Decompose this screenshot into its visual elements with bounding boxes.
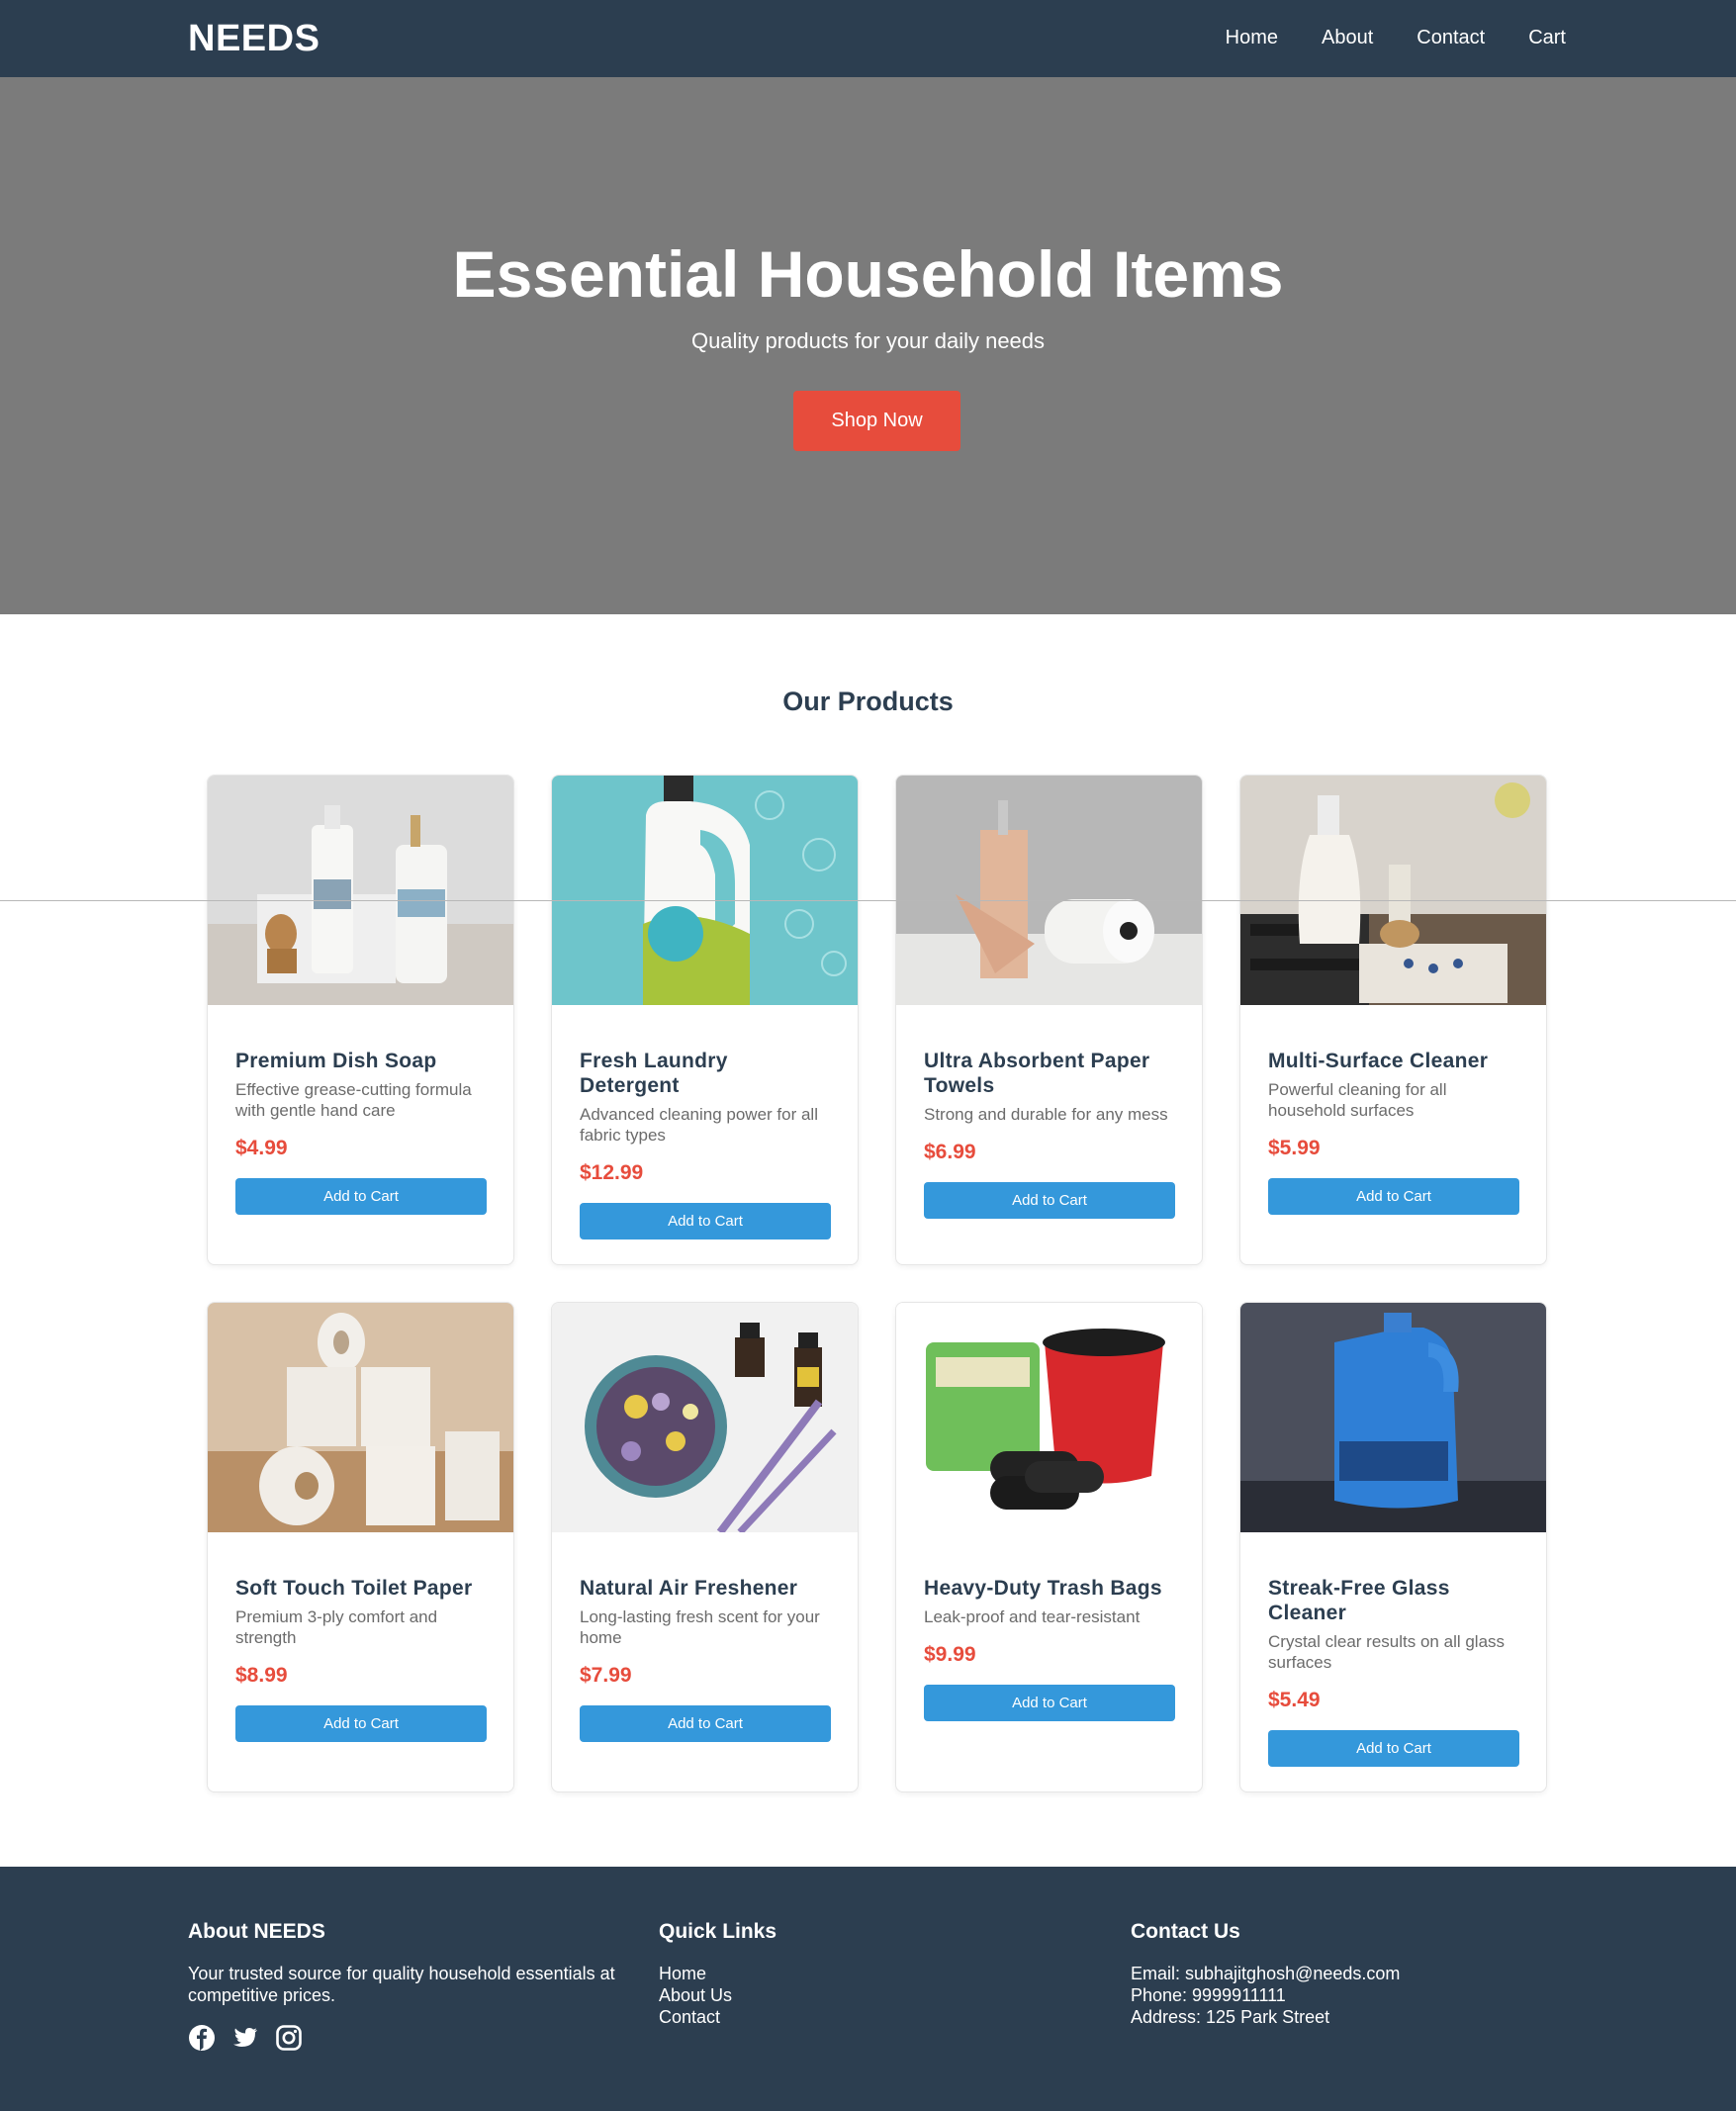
- product-info: Soft Touch Toilet Paper Premium 3-ply co…: [235, 1576, 488, 1742]
- product-image: [896, 1303, 1202, 1532]
- footer-quick-links: Quick Links Home About Us Contact: [659, 1920, 956, 2028]
- add-to-cart-button[interactable]: Add to Cart: [580, 1705, 831, 1742]
- product-card: Natural Air Freshener Long-lasting fresh…: [551, 1302, 859, 1792]
- footer-link-contact[interactable]: Contact: [659, 2006, 956, 2028]
- add-to-cart-button[interactable]: Add to Cart: [580, 1203, 831, 1239]
- site-logo[interactable]: NEEDS: [188, 18, 320, 60]
- footer-about-text: Your trusted source for quality househol…: [188, 1964, 615, 2005]
- product-info: Fresh Laundry Detergent Advanced cleanin…: [580, 1049, 832, 1239]
- product-image: [552, 1303, 858, 1532]
- nav-link-home[interactable]: Home: [1226, 27, 1278, 49]
- product-card: Premium Dish Soap Effective grease-cutti…: [207, 775, 514, 1265]
- nav-links: Home About Contact Cart: [1226, 27, 1566, 49]
- product-card: Fresh Laundry Detergent Advanced cleanin…: [551, 775, 859, 1265]
- product-image: [896, 776, 1202, 1005]
- hero-subtitle: Quality products for your daily needs: [690, 328, 1046, 353]
- product-info: Streak-Free Glass Cleaner Crystal clear …: [1268, 1576, 1520, 1767]
- contact-phone: Phone: 9999911111: [1131, 1985, 1286, 2005]
- product-name: Premium Dish Soap: [235, 1050, 437, 1072]
- product-info: Multi-Surface Cleaner Powerful cleaning …: [1268, 1049, 1520, 1215]
- product-image: [208, 1303, 513, 1532]
- product-description: Effective grease-cutting formula with ge…: [235, 1080, 472, 1120]
- nav-link-cart[interactable]: Cart: [1528, 27, 1566, 49]
- nav-link-contact[interactable]: Contact: [1416, 27, 1485, 49]
- hero-title: Essential Household Items: [452, 237, 1284, 311]
- contact-email: Email: subhajitghosh@needs.com: [1131, 1964, 1401, 1983]
- product-card: Soft Touch Toilet Paper Premium 3-ply co…: [207, 1302, 514, 1792]
- footer-links-title: Quick Links: [659, 1920, 777, 1943]
- footer-contact: Contact Us Email: subhajitghosh@needs.co…: [1131, 1920, 1546, 2028]
- product-description: Crystal clear results on all glass surfa…: [1268, 1632, 1506, 1672]
- product-description: Powerful cleaning for all household surf…: [1268, 1080, 1447, 1120]
- product-card: Multi-Surface Cleaner Powerful cleaning …: [1239, 775, 1547, 1265]
- footer-link-home[interactable]: Home: [659, 1963, 956, 1984]
- product-name: Heavy-Duty Trash Bags: [924, 1577, 1162, 1600]
- product-price: $5.99: [1268, 1137, 1321, 1159]
- product-name: Fresh Laundry Detergent: [580, 1050, 728, 1097]
- product-price: $5.49: [1268, 1689, 1321, 1711]
- add-to-cart-button[interactable]: Add to Cart: [924, 1685, 1175, 1721]
- divider-line: [0, 900, 1736, 901]
- product-price: $7.99: [580, 1664, 632, 1687]
- product-name: Ultra Absorbent Paper Towels: [924, 1050, 1150, 1097]
- product-image: [1240, 776, 1546, 1005]
- product-price: $12.99: [580, 1161, 644, 1184]
- social-links: [188, 2024, 623, 2052]
- shop-now-button[interactable]: Shop Now: [793, 391, 960, 451]
- add-to-cart-button[interactable]: Add to Cart: [235, 1178, 487, 1215]
- add-to-cart-button[interactable]: Add to Cart: [1268, 1730, 1519, 1767]
- product-price: $9.99: [924, 1643, 976, 1666]
- product-name: Multi-Surface Cleaner: [1268, 1050, 1489, 1072]
- product-info: Premium Dish Soap Effective grease-cutti…: [235, 1049, 488, 1215]
- product-image: [208, 776, 513, 1005]
- product-price: $4.99: [235, 1137, 288, 1159]
- product-price: $8.99: [235, 1664, 288, 1687]
- site-footer: About NEEDS Your trusted source for qual…: [0, 1867, 1736, 2111]
- product-image: [1240, 1303, 1546, 1532]
- add-to-cart-button[interactable]: Add to Cart: [235, 1705, 487, 1742]
- product-info: Heavy-Duty Trash Bags Leak-proof and tea…: [924, 1576, 1176, 1721]
- product-info: Ultra Absorbent Paper Towels Strong and …: [924, 1049, 1176, 1219]
- product-name: Soft Touch Toilet Paper: [235, 1577, 473, 1600]
- footer-about: About NEEDS Your trusted source for qual…: [188, 1920, 623, 2052]
- footer-about-title: About NEEDS: [188, 1920, 325, 1943]
- product-description: Strong and durable for any mess: [924, 1105, 1168, 1124]
- product-description: Premium 3-ply comfort and strength: [235, 1607, 438, 1647]
- facebook-icon[interactable]: [188, 2024, 216, 2052]
- add-to-cart-button[interactable]: Add to Cart: [924, 1182, 1175, 1219]
- product-price: $6.99: [924, 1141, 976, 1163]
- products-title: Our Products: [782, 687, 954, 716]
- product-name: Streak-Free Glass Cleaner: [1268, 1577, 1450, 1624]
- add-to-cart-button[interactable]: Add to Cart: [1268, 1178, 1519, 1215]
- top-navbar: NEEDS Home About Contact Cart: [0, 0, 1736, 77]
- product-info: Natural Air Freshener Long-lasting fresh…: [580, 1576, 832, 1742]
- product-image: [552, 776, 858, 1005]
- contact-address: Address: 125 Park Street: [1131, 2007, 1330, 2027]
- footer-contact-title: Contact Us: [1131, 1920, 1240, 1943]
- twitter-icon[interactable]: [231, 2024, 259, 2052]
- footer-link-about[interactable]: About Us: [659, 1984, 956, 2006]
- product-card: Ultra Absorbent Paper Towels Strong and …: [895, 775, 1203, 1265]
- nav-link-about[interactable]: About: [1322, 27, 1373, 49]
- hero-banner: Essential Household Items Quality produc…: [0, 77, 1736, 614]
- product-card: Streak-Free Glass Cleaner Crystal clear …: [1239, 1302, 1547, 1792]
- product-description: Long-lasting fresh scent for your home: [580, 1607, 820, 1647]
- product-name: Natural Air Freshener: [580, 1577, 798, 1600]
- product-description: Leak-proof and tear-resistant: [924, 1607, 1141, 1626]
- product-card: Heavy-Duty Trash Bags Leak-proof and tea…: [895, 1302, 1203, 1792]
- instagram-icon[interactable]: [275, 2024, 303, 2052]
- product-description: Advanced cleaning power for all fabric t…: [580, 1105, 818, 1145]
